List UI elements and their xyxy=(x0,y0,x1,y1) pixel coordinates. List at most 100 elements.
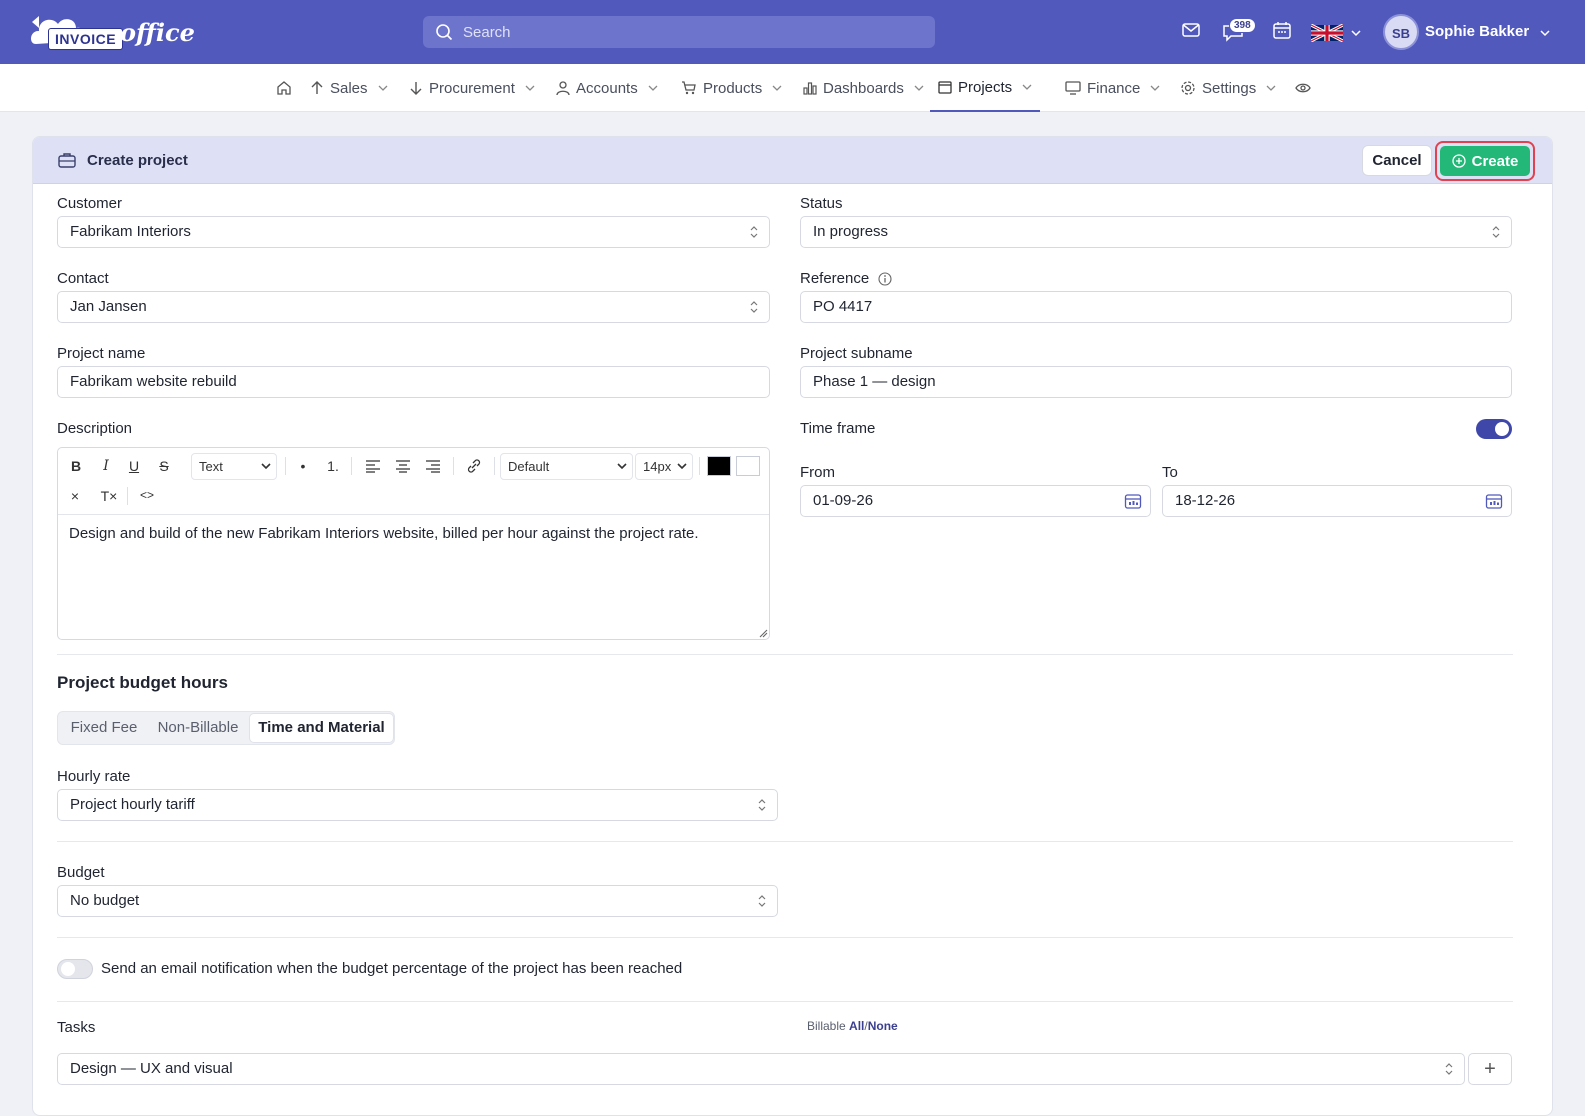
clear-format-button[interactable]: T× xyxy=(94,488,124,504)
underline-button[interactable]: U xyxy=(122,458,146,474)
notify-label: Send an email notification when the budg… xyxy=(101,960,683,977)
nav-products[interactable]: Products xyxy=(681,64,782,112)
tab-non-billable[interactable]: Non-Billable xyxy=(150,715,246,741)
contact-select[interactable]: Jan Jansen xyxy=(57,291,770,323)
search-bar[interactable] xyxy=(423,16,935,48)
hourly-rate-select[interactable]: Project hourly tariff xyxy=(57,789,778,821)
project-name-label: Project name xyxy=(57,345,146,362)
status-value: In progress xyxy=(813,223,889,240)
project-subname-label: Project subname xyxy=(800,345,913,362)
contact-label: Contact xyxy=(57,270,109,287)
nav-dashboards[interactable]: Dashboards xyxy=(803,64,924,112)
align-center-icon[interactable] xyxy=(395,459,411,473)
toggle-knob xyxy=(1495,422,1509,436)
hourly-rate-label: Hourly rate xyxy=(57,768,131,785)
from-date-input[interactable]: 01-09-26 xyxy=(800,485,1151,517)
add-task-button[interactable]: + xyxy=(1468,1053,1512,1085)
uk-flag-icon[interactable] xyxy=(1311,24,1343,42)
calendar-icon[interactable] xyxy=(1124,492,1142,510)
chevron-down-icon[interactable] xyxy=(1540,29,1550,37)
nav-finance[interactable]: Finance xyxy=(1065,64,1160,112)
status-select[interactable]: In progress xyxy=(800,216,1512,248)
reference-value: PO 4417 xyxy=(813,298,873,315)
arrow-down-icon xyxy=(410,82,422,95)
clear-button[interactable]: × xyxy=(63,488,87,504)
calendar-icon[interactable] xyxy=(1272,20,1292,40)
to-date-input[interactable]: 18-12-26 xyxy=(1162,485,1512,517)
resize-handle-icon[interactable] xyxy=(759,629,768,638)
project-name-value: Fabrikam website rebuild xyxy=(70,373,237,390)
divider xyxy=(57,654,1513,655)
nav-preview[interactable] xyxy=(1295,64,1311,112)
chevron-down-icon xyxy=(677,463,687,470)
nav-settings[interactable]: Settings xyxy=(1180,64,1276,112)
description-text[interactable]: Design and build of the new Fabrikam Int… xyxy=(69,525,699,542)
numbered-list-button[interactable]: 1. xyxy=(321,458,345,474)
cancel-button[interactable]: Cancel xyxy=(1362,145,1432,176)
format-value: Text xyxy=(199,459,223,474)
nav-label: Finance xyxy=(1087,79,1141,97)
toolbar-divider xyxy=(351,457,352,475)
tasks-label: Tasks xyxy=(57,1019,96,1036)
nav-sales[interactable]: Sales xyxy=(310,64,388,112)
tab-fixed-fee[interactable]: Fixed Fee xyxy=(62,715,146,741)
description-label: Description xyxy=(57,420,133,437)
create-button-highlight: Create xyxy=(1435,141,1535,181)
tab-time-and-material[interactable]: Time and Material xyxy=(249,713,394,743)
mail-icon[interactable] xyxy=(1181,20,1201,40)
nav-home[interactable] xyxy=(276,64,292,112)
nav-accounts[interactable]: Accounts xyxy=(556,64,658,112)
billable-none-link[interactable]: None xyxy=(868,1019,898,1033)
text-color-picker[interactable] xyxy=(707,456,731,476)
app-logo[interactable]: INVOICE office xyxy=(30,12,195,52)
strike-button[interactable]: S xyxy=(152,458,176,474)
info-icon[interactable] xyxy=(878,272,892,286)
link-icon[interactable] xyxy=(466,459,482,473)
description-editor: B I U S Text • 1. Default 14px × T× <> D… xyxy=(57,447,770,640)
from-date-value: 01-09-26 xyxy=(813,492,874,509)
toolbar-divider xyxy=(285,457,286,475)
create-button[interactable]: Create xyxy=(1440,146,1530,176)
format-select[interactable]: Text xyxy=(191,453,277,480)
notify-toggle[interactable] xyxy=(57,959,93,979)
bullet-list-button[interactable]: • xyxy=(291,458,315,474)
billable-all-link[interactable]: All xyxy=(849,1019,864,1033)
search-input[interactable] xyxy=(463,16,923,48)
calendar-icon[interactable] xyxy=(1485,492,1503,510)
time-frame-toggle[interactable] xyxy=(1476,419,1512,439)
select-arrows-icon xyxy=(750,226,758,238)
gear-icon xyxy=(1181,81,1195,95)
chevron-down-icon xyxy=(772,85,782,91)
avatar[interactable]: SB xyxy=(1383,14,1419,50)
eye-icon xyxy=(1295,83,1311,93)
toolbar-divider xyxy=(127,487,128,505)
code-button[interactable]: <> xyxy=(135,488,159,502)
task-value: Design — UX and visual xyxy=(70,1060,233,1077)
create-label: Create xyxy=(1471,152,1519,170)
nav-procurement[interactable]: Procurement xyxy=(409,64,535,112)
align-right-icon[interactable] xyxy=(425,459,441,473)
chevron-down-icon xyxy=(525,85,535,91)
italic-button[interactable]: I xyxy=(94,458,118,474)
customer-select[interactable]: Fabrikam Interiors xyxy=(57,216,770,248)
project-name-input[interactable]: Fabrikam website rebuild xyxy=(57,366,770,398)
align-left-icon[interactable] xyxy=(365,459,381,473)
budget-select[interactable]: No budget xyxy=(57,885,778,917)
user-name[interactable]: Sophie Bakker xyxy=(1425,23,1529,40)
toolbar-divider xyxy=(494,457,495,475)
budget-value: No budget xyxy=(70,892,140,909)
task-select[interactable]: Design — UX and visual xyxy=(57,1053,1465,1085)
select-arrows-icon xyxy=(1492,226,1500,238)
background-color-picker[interactable] xyxy=(736,456,760,476)
chevron-down-icon[interactable] xyxy=(1351,29,1361,37)
briefcase-icon xyxy=(58,153,76,168)
project-subname-input[interactable]: Phase 1 — design xyxy=(800,366,1512,398)
nav-projects[interactable]: Projects xyxy=(930,64,1041,112)
font-select[interactable]: Default xyxy=(500,453,633,480)
bold-button[interactable]: B xyxy=(64,458,88,474)
reference-input[interactable]: PO 4417 xyxy=(800,291,1512,323)
customer-label: Customer xyxy=(57,195,123,212)
font-size-select[interactable]: 14px xyxy=(635,453,693,480)
time-frame-label: Time frame xyxy=(800,420,876,437)
nav-label: Procurement xyxy=(429,79,515,97)
